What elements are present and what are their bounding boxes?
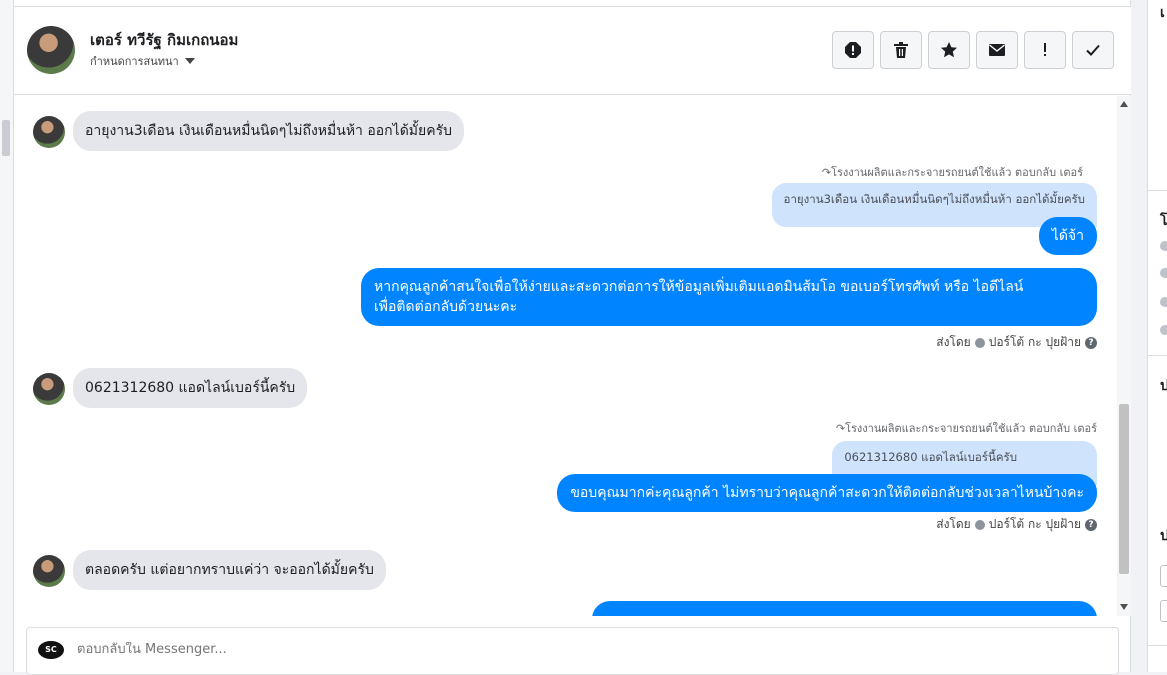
right-panel-field[interactable] <box>1160 565 1167 587</box>
sent-by-name[interactable]: ปอร์โต้ กะ ปุยฝ้าย <box>989 333 1081 352</box>
divider <box>1148 645 1167 646</box>
caret-down-icon <box>184 58 195 64</box>
sent-by-name[interactable]: ปอร์โต้ กะ ปุยฝ้าย <box>989 515 1081 534</box>
mark-unread-button[interactable] <box>976 31 1018 69</box>
check-icon <box>1086 44 1100 56</box>
outgoing-message[interactable]: ได้จ้า <box>1038 217 1097 255</box>
message-line: หากคุณลูกค้าสนใจเพื่อให้ง่ายและสะดวกต่อก… <box>374 279 1024 295</box>
incoming-message[interactable]: ตลอดครับ แต่อยากทราบแค่ว่า จะออกได้มั้ยค… <box>73 550 386 590</box>
help-icon[interactable]: ? <box>1085 518 1097 531</box>
reply-context-label: ↷โรงงานผลิตและกระจายรถยนต์ใช้แล้ว ตอบกลั… <box>821 166 1083 179</box>
help-icon[interactable]: ? <box>1085 336 1097 349</box>
message-line: เพื่อติดต่อกลับด้วยนะคะ <box>374 299 518 315</box>
verified-icon <box>974 337 985 348</box>
reply-input[interactable] <box>77 642 977 657</box>
page-logo: SC <box>38 641 64 659</box>
contact-name[interactable]: เตอร์ ทวีรัฐ กิมเกถนอม <box>90 28 238 52</box>
left-scrollbar[interactable] <box>0 0 14 672</box>
conversation-panel: เตอร์ ทวีรัฐ กิมเกถนอม กำหนดการสนทนา อาย… <box>14 0 1131 675</box>
envelope-icon <box>989 44 1005 56</box>
sent-by-label: ส่งโดย ปอร์โต้ กะ ปุยฝ้าย ? <box>936 515 1097 534</box>
right-panel-field[interactable] <box>1160 600 1167 622</box>
scrollbar-thumb[interactable] <box>1119 404 1129 574</box>
report-icon <box>845 42 861 58</box>
delete-button[interactable] <box>880 31 922 69</box>
exclamation-icon <box>1044 43 1046 56</box>
right-panel-heading: โ <box>1160 213 1167 229</box>
scroll-up-arrow-icon[interactable] <box>1120 101 1128 107</box>
divider <box>1148 355 1167 356</box>
sent-by-prefix: ส่งโดย <box>936 335 971 349</box>
contact-avatar-small[interactable] <box>33 555 65 587</box>
location-icon <box>1160 297 1167 307</box>
reply-composer: SC <box>26 627 1119 675</box>
outgoing-message[interactable]: ขอบคุณมากค่ะคุณลูกค้า ไม่ทราบว่าคุณลูกค้… <box>557 474 1097 512</box>
conversation-assign-label: กำหนดการสนทนา <box>90 55 179 68</box>
right-panel-heading-top: เ <box>1160 5 1165 21</box>
done-button[interactable] <box>1072 31 1114 69</box>
outgoing-message-partial[interactable] <box>592 601 1097 616</box>
incoming-message[interactable]: 0621312680 แอดไลน์เบอร์นี้ครับ <box>73 368 308 408</box>
conversation-header: เตอร์ ทวีรัฐ กิมเกถนอม กำหนดการสนทนา <box>14 7 1131 95</box>
message-thread[interactable]: อายุงาน3เดือน เงินเดือนหมื่นนิดๆไม่ถึงหม… <box>14 96 1117 616</box>
location-icon <box>1160 325 1167 335</box>
thread-scrollbar[interactable] <box>1117 96 1131 616</box>
divider <box>1148 190 1167 191</box>
reply-context-label: ↷โรงงานผลิตและกระจายรถยนต์ใช้แล้ว ตอบกลั… <box>835 422 1097 435</box>
contact-avatar-small[interactable] <box>33 116 65 148</box>
star-icon <box>941 42 957 58</box>
gutter <box>1131 0 1147 672</box>
verified-icon <box>974 519 985 530</box>
outgoing-message[interactable]: หากคุณลูกค้าสนใจเพื่อให้ง่ายและสะดวกต่อก… <box>361 268 1097 326</box>
spam-button[interactable] <box>1024 31 1066 69</box>
sent-by-label: ส่งโดย ปอร์โต้ กะ ปุยฝ้าย ? <box>936 333 1097 352</box>
sent-by-prefix: ส่งโดย <box>936 517 971 531</box>
info-icon <box>1160 241 1167 251</box>
star-button[interactable] <box>928 31 970 69</box>
contact-avatar[interactable] <box>27 26 75 74</box>
info-icon <box>1160 268 1167 278</box>
contact-avatar-small[interactable] <box>33 373 65 405</box>
trash-icon <box>894 42 908 58</box>
conversation-toolbar <box>832 31 1114 69</box>
scroll-down-arrow-icon[interactable] <box>1120 604 1128 610</box>
incoming-message[interactable]: อายุงาน3เดือน เงินเดือนหมื่นนิดๆไม่ถึงหม… <box>73 111 464 151</box>
conversation-assign-dropdown[interactable]: กำหนดการสนทนา <box>90 52 195 70</box>
left-scrollbar-thumb[interactable] <box>2 120 10 156</box>
right-panel-heading: ป <box>1160 375 1167 397</box>
right-info-panel: เ โ ป ป <box>1147 0 1167 672</box>
report-button[interactable] <box>832 31 874 69</box>
right-panel-heading: ป <box>1160 525 1167 547</box>
